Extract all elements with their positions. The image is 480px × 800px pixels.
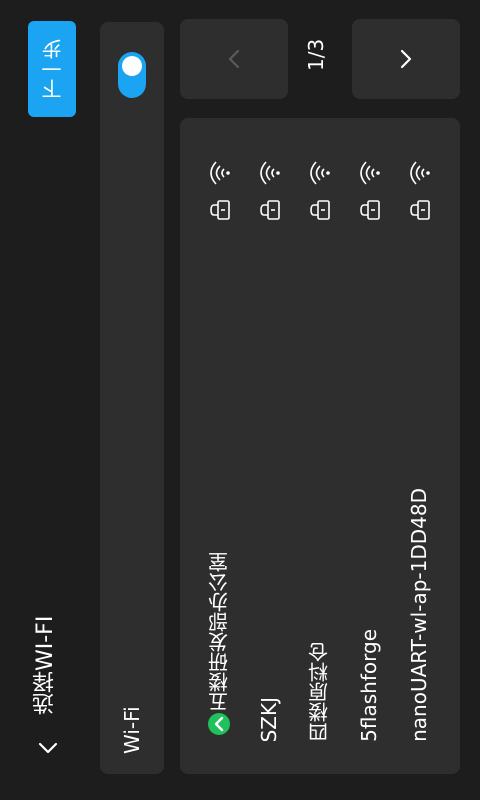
lock-icon — [410, 200, 430, 220]
chevron-left-icon — [38, 742, 58, 754]
next-page-button[interactable] — [352, 19, 460, 99]
network-name: nanoUART-wl-ap-1DD48D — [407, 488, 431, 742]
network-item[interactable]: nanoUART-wl-ap-1DD48D — [396, 118, 442, 774]
next-step-button[interactable]: 下一步 — [28, 21, 76, 117]
wifi-toggle-knob — [122, 56, 142, 76]
connected-check-icon — [208, 713, 230, 735]
network-item[interactable]: 五楼研发部办公室 — [196, 118, 242, 774]
wifi-toggle[interactable] — [118, 52, 146, 98]
wifi-signal-icon — [310, 161, 330, 185]
next-step-label: 下一步 — [40, 39, 65, 99]
back-button[interactable] — [30, 732, 66, 768]
network-item[interactable]: 四楼原料仓 — [296, 118, 342, 774]
network-item[interactable]: 5flashforge — [346, 118, 392, 774]
chevron-up-icon — [228, 49, 240, 69]
network-item[interactable]: SZKJ — [246, 118, 292, 774]
lock-icon — [360, 200, 380, 220]
network-name: SZKJ — [257, 696, 281, 742]
chevron-down-icon — [400, 49, 412, 69]
previous-page-button[interactable] — [180, 19, 288, 99]
lock-icon — [260, 200, 280, 220]
page-indicator: 1/3 — [304, 38, 328, 72]
network-name-row: 五楼研发部办公室 — [202, 552, 236, 742]
lock-icon — [210, 200, 230, 220]
wifi-signal-icon — [210, 161, 230, 185]
network-name: 5flashforge — [357, 629, 381, 742]
lock-icon — [310, 200, 330, 220]
wifi-label: Wi-Fi — [120, 706, 144, 754]
network-list: 五楼研发部办公室 SZKJ 四楼原料仓 5flashforge nanoUART… — [180, 118, 460, 774]
wifi-signal-icon — [260, 161, 280, 185]
wifi-signal-icon — [360, 161, 380, 185]
page-title: 选择WI-FI — [33, 615, 58, 715]
wifi-toggle-panel: Wi-Fi — [100, 22, 164, 774]
network-name: 四楼原料仓 — [307, 642, 332, 742]
network-name: 五楼研发部办公室 — [207, 552, 232, 712]
wifi-signal-icon — [410, 161, 430, 185]
